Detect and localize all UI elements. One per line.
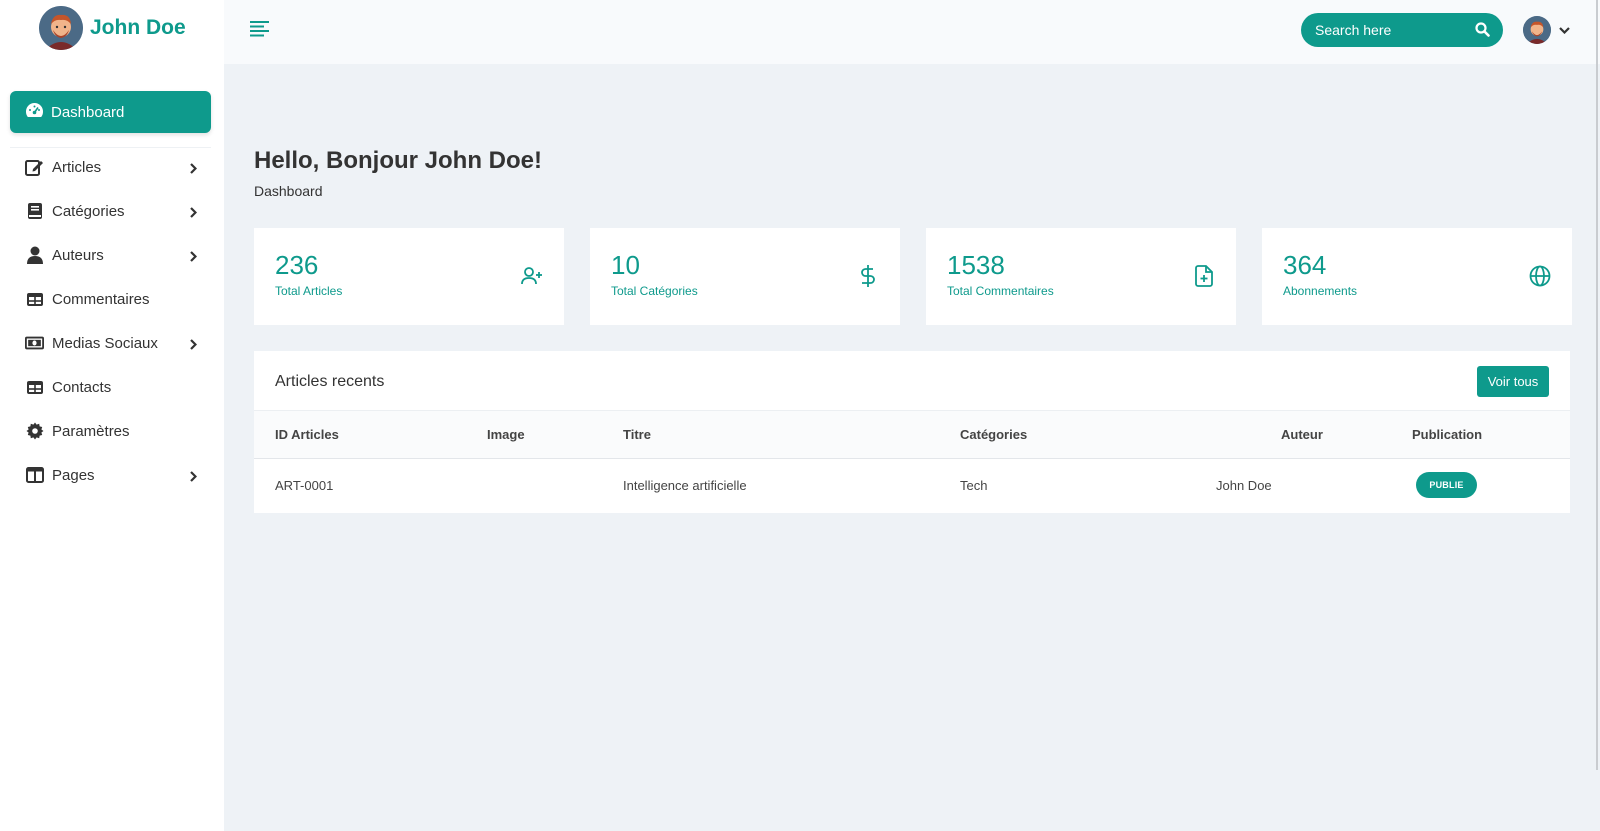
- sidebar-item-label: Catégories: [52, 202, 125, 220]
- menu-toggle-icon[interactable]: [250, 20, 269, 42]
- sidebar-item-articles[interactable]: Articles: [10, 152, 211, 182]
- file-plus-icon: [1192, 264, 1216, 288]
- sidebar-item-categories[interactable]: Catégories: [10, 196, 211, 226]
- search-box: [1301, 13, 1503, 47]
- recent-articles-panel: Articles recents Voir tous ID Articles I…: [254, 351, 1570, 513]
- breadcrumb: Dashboard: [254, 183, 323, 199]
- book-icon: [25, 202, 44, 221]
- stat-card-commentaires: 1538 Total Commentaires: [926, 228, 1236, 325]
- brand-name: John Doe: [90, 16, 186, 39]
- stat-card-articles: 236 Total Articles: [254, 228, 564, 325]
- edit-icon: [25, 158, 44, 177]
- sidebar-item-medias-sociaux[interactable]: Medias Sociaux: [10, 328, 211, 358]
- stat-label: Abonnements: [1283, 284, 1358, 298]
- avatar: [39, 6, 83, 50]
- sidebar-item-label: Dashboard: [51, 103, 125, 121]
- sidebar: John Doe Dashboard Articles Catégories A…: [0, 0, 224, 831]
- avatar-image: [39, 6, 83, 50]
- table-header: ID Articles Image Titre Catégories Auteu…: [254, 410, 1570, 459]
- sidebar-item-parametres[interactable]: Paramètres: [10, 416, 211, 446]
- table-row[interactable]: ART-0001 Intelligence artificielle Tech …: [254, 459, 1570, 513]
- sidebar-item-commentaires[interactable]: Commentaires: [10, 284, 211, 314]
- stat-card-abonnements: 364 Abonnements: [1262, 228, 1572, 325]
- sidebar-item-auteurs[interactable]: Auteurs: [10, 240, 211, 270]
- cell-id: ART-0001: [275, 478, 334, 493]
- scrollbar[interactable]: [1596, 0, 1598, 770]
- column-header[interactable]: Auteur: [1281, 427, 1323, 442]
- brand[interactable]: John Doe: [39, 6, 186, 50]
- sidebar-item-label: Contacts: [52, 378, 112, 396]
- chevron-right-icon: [190, 337, 198, 354]
- chevron-right-icon: [190, 205, 198, 222]
- column-header[interactable]: Catégories: [960, 427, 1027, 442]
- stat-label: Total Commentaires: [947, 284, 1054, 298]
- cell-categorie: Tech: [960, 478, 988, 493]
- status-badge: PUBLIE: [1416, 472, 1477, 498]
- column-header[interactable]: Image: [487, 427, 525, 442]
- dollar-icon: [856, 264, 880, 288]
- sidebar-item-label: Articles: [52, 158, 102, 176]
- stat-value: 364: [1283, 250, 1327, 280]
- avatar: [1523, 16, 1551, 44]
- sidebar-item-contacts[interactable]: Contacts: [10, 372, 211, 402]
- gear-icon: [25, 422, 44, 441]
- divider: [10, 147, 211, 148]
- user-menu[interactable]: [1523, 16, 1570, 44]
- user-plus-icon: [520, 264, 544, 288]
- column-header[interactable]: Publication: [1412, 427, 1482, 442]
- chevron-right-icon: [190, 469, 198, 486]
- table-icon: [25, 290, 44, 309]
- user-icon: [25, 246, 44, 265]
- view-all-button[interactable]: Voir tous: [1477, 366, 1549, 397]
- panel-title: Articles recents: [275, 373, 385, 390]
- chevron-down-icon: [1559, 21, 1570, 39]
- column-header[interactable]: ID Articles: [275, 427, 339, 442]
- stat-label: Total Articles: [275, 284, 343, 298]
- sidebar-nav: Dashboard Articles Catégories Auteurs Co…: [10, 91, 211, 484]
- stat-card-categories: 10 Total Catégories: [590, 228, 900, 325]
- cell-auteur: John Doe: [1216, 478, 1272, 493]
- table-icon: [25, 378, 44, 397]
- stat-label: Total Catégories: [611, 284, 698, 298]
- columns-icon: [25, 466, 44, 485]
- sidebar-item-label: Commentaires: [52, 290, 150, 308]
- money-bill-icon: [25, 334, 44, 353]
- search-icon[interactable]: [1475, 22, 1490, 42]
- page-title: Hello, Bonjour John Doe!: [254, 147, 542, 174]
- search-input[interactable]: [1315, 22, 1465, 38]
- chevron-right-icon: [190, 161, 198, 178]
- stat-value: 236: [275, 250, 319, 280]
- chevron-right-icon: [190, 249, 198, 266]
- topbar: [224, 0, 1600, 64]
- cell-titre: Intelligence artificielle: [623, 478, 747, 493]
- sidebar-item-label: Medias Sociaux: [52, 334, 158, 352]
- column-header[interactable]: Titre: [623, 427, 651, 442]
- stat-value: 10: [611, 250, 640, 280]
- stat-value: 1538: [947, 250, 1005, 280]
- gauge-icon: [25, 102, 44, 122]
- sidebar-item-label: Auteurs: [52, 246, 104, 264]
- sidebar-item-dashboard[interactable]: Dashboard: [10, 91, 211, 133]
- globe-icon: [1528, 264, 1552, 288]
- sidebar-item-pages[interactable]: Pages: [10, 460, 211, 490]
- sidebar-item-label: Paramètres: [52, 422, 130, 440]
- sidebar-item-label: Pages: [52, 466, 95, 484]
